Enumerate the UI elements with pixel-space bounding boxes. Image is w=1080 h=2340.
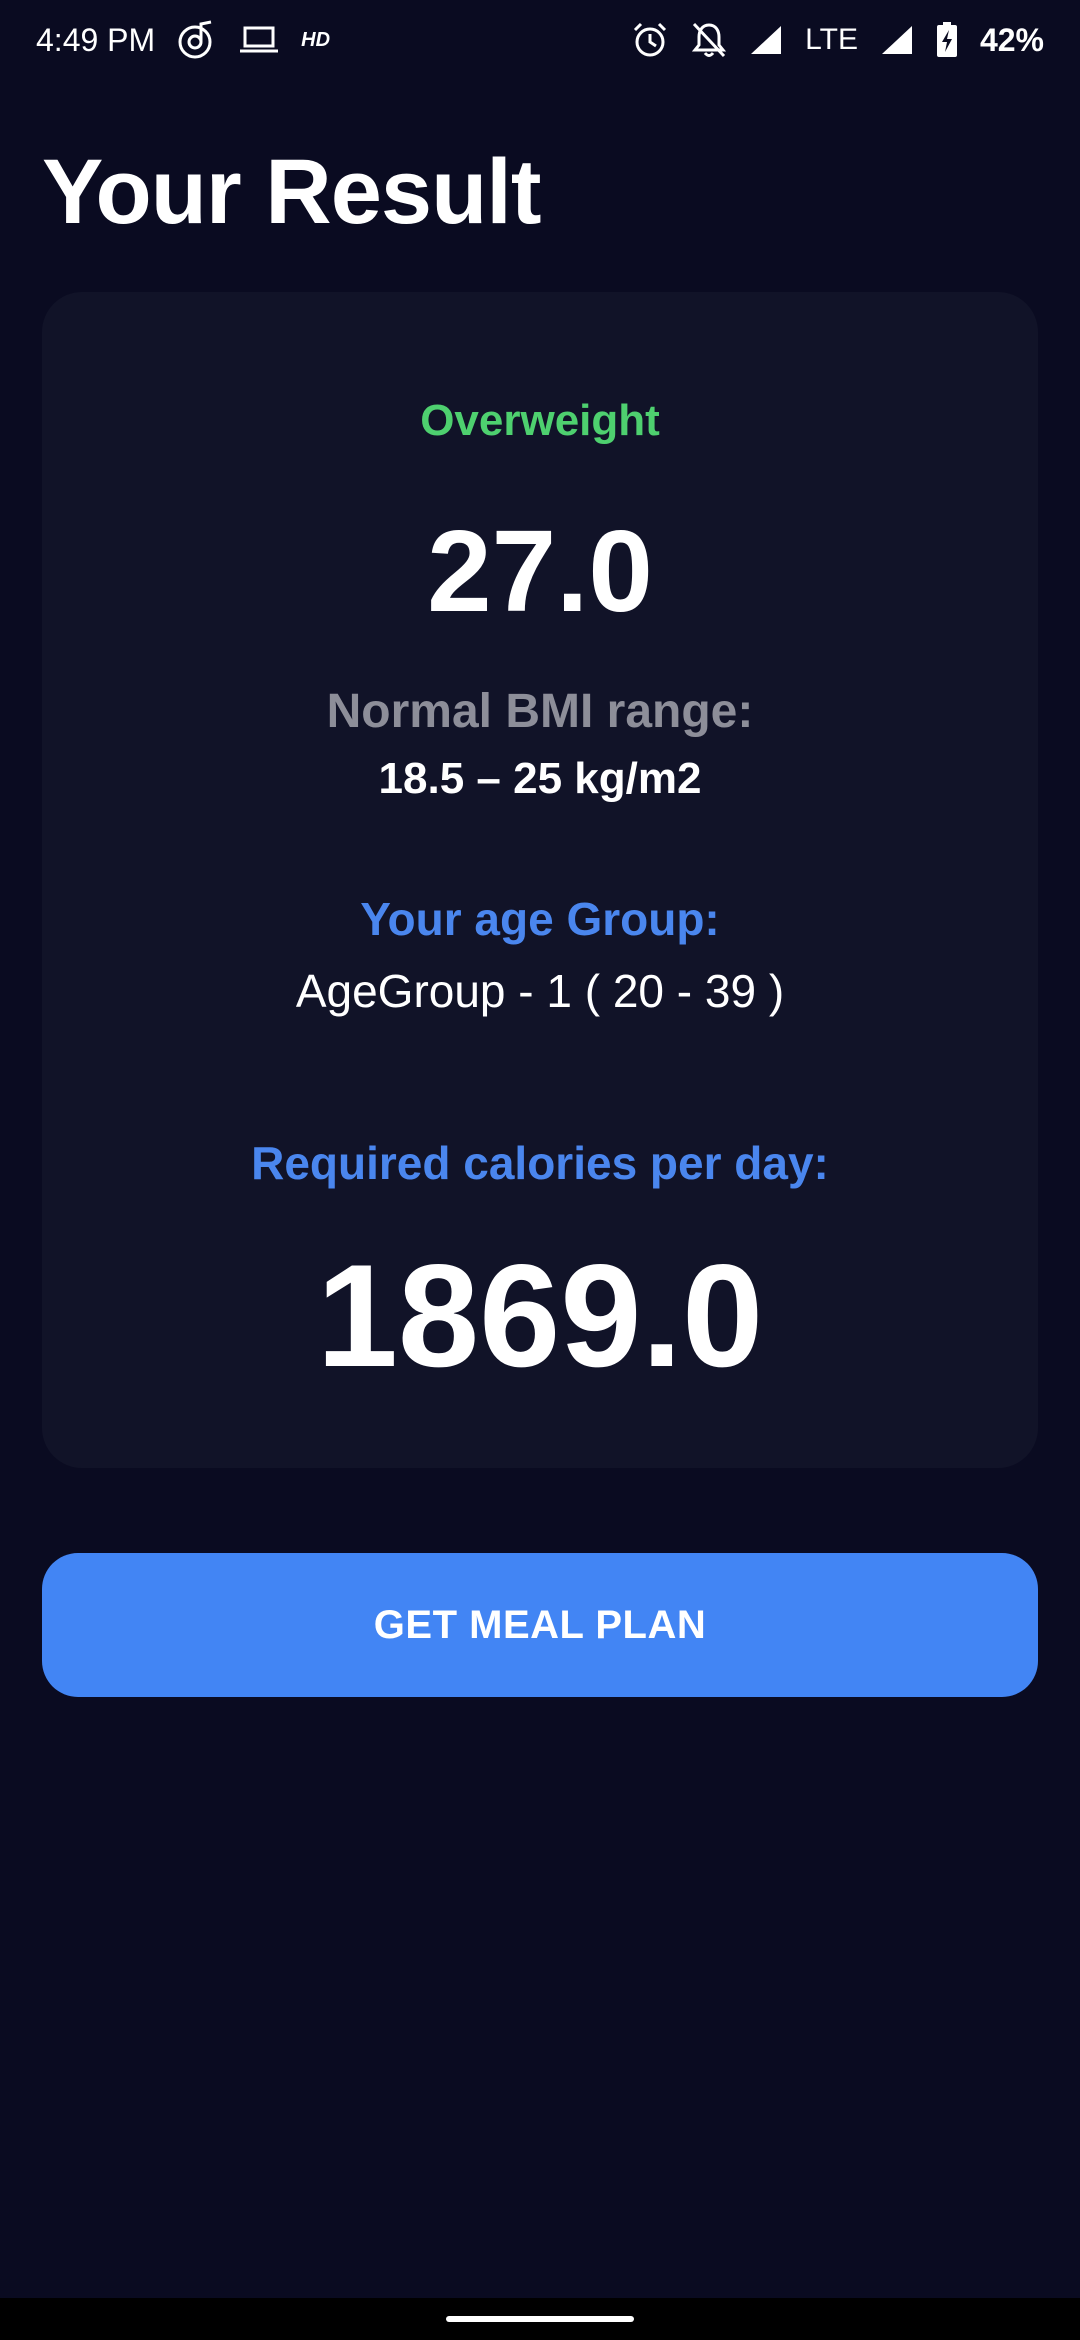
result-card: Overweight 27.0 Normal BMI range: 18.5 –… [42,292,1038,1468]
status-time: 4:49 PM [36,21,156,58]
age-group-value: AgeGroup - 1 ( 20 - 39 ) [295,965,785,1017]
status-bar: 4:49 PM HD LTE 42% [0,0,1080,80]
signal-icon [749,24,783,56]
calories-value: 1869.0 [316,1234,764,1397]
hd-icon: HD [301,28,331,51]
bmi-value: 27.0 [427,506,653,636]
battery-charging-icon [936,22,958,58]
normal-range-label: Normal BMI range: [326,685,754,738]
normal-range-value: 18.5 – 25 kg/m2 [378,754,702,803]
notifications-off-icon [691,21,727,59]
alarm-icon [631,21,669,59]
result-screen: 4:49 PM HD LTE 42% Your Result Overweigh… [0,0,1080,2340]
music-note-icon [177,20,217,60]
navigation-bar [0,2298,1080,2340]
calories-label: Required calories per day: [251,1137,829,1189]
status-bar-right: LTE 42% [631,21,1044,59]
laptop-icon [239,24,279,56]
status-bar-left: 4:49 PM HD [36,20,330,60]
get-meal-plan-button[interactable]: GET MEAL PLAN [42,1553,1038,1697]
page-title: Your Result [42,141,541,243]
signal-icon [880,24,914,56]
bmi-status-label: Overweight [420,396,660,445]
battery-percentage: 42% [979,21,1044,58]
age-group-label: Your age Group: [360,893,720,945]
home-indicator[interactable] [446,2316,634,2322]
network-type: LTE [805,23,858,56]
